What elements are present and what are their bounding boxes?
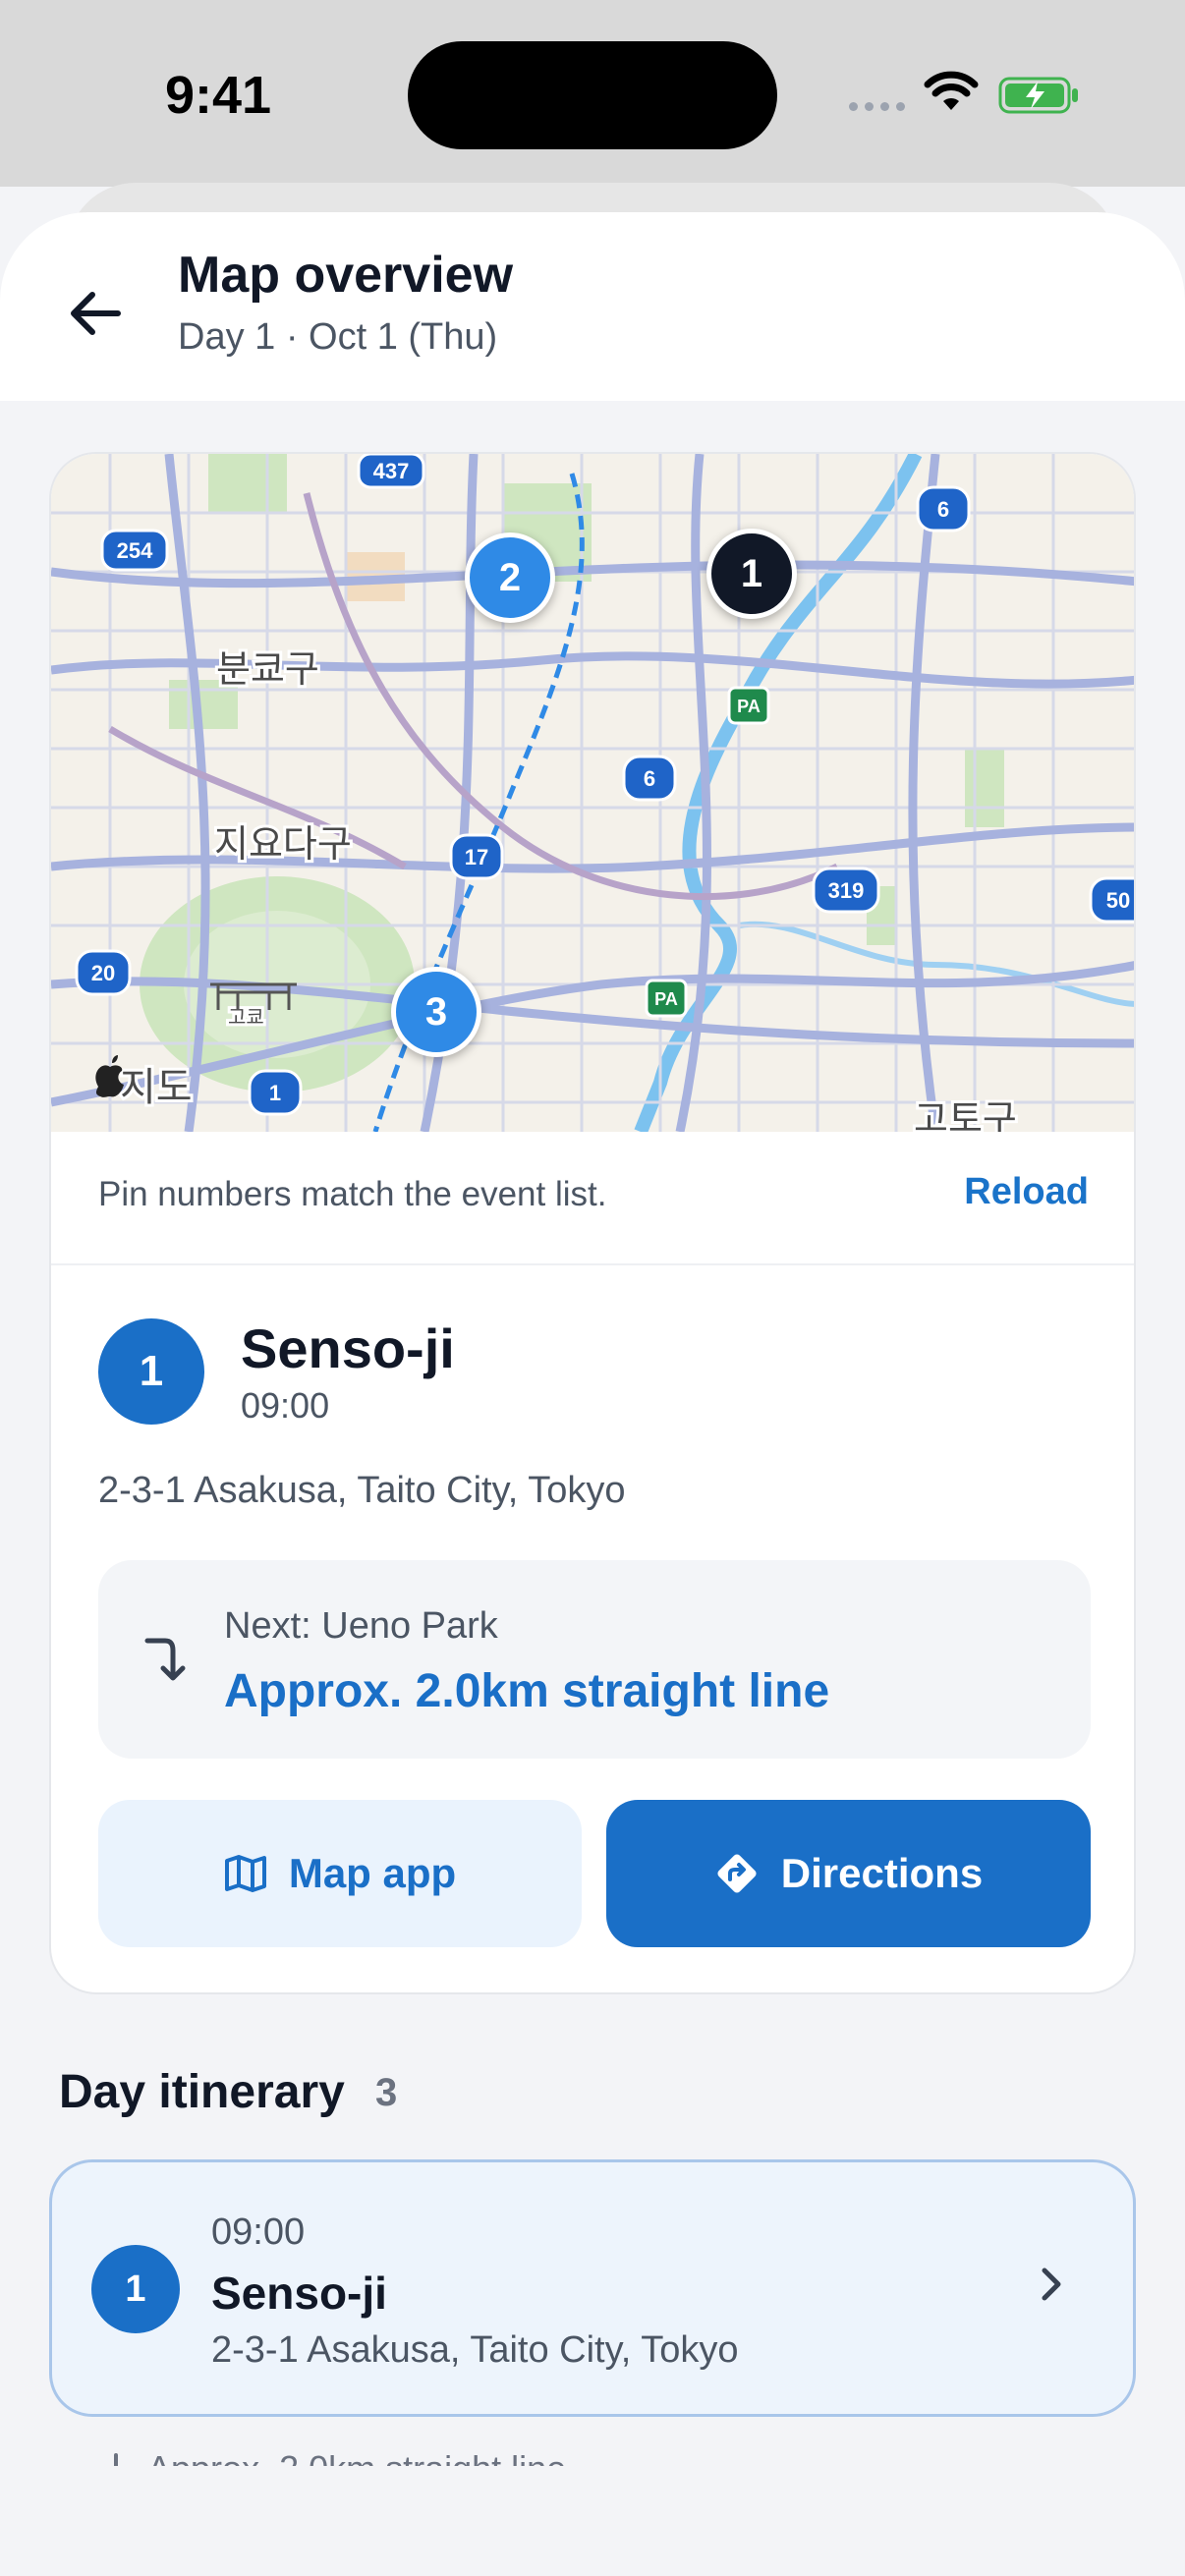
dynamic-island — [408, 41, 777, 149]
map-roads: 437 254 6 6 17 319 20 50 1 PA PA 분쿄구 지요다… — [51, 454, 1134, 1132]
directions-button[interactable]: Directions — [606, 1800, 1091, 1947]
map-card: 437 254 6 6 17 319 20 50 1 PA PA 분쿄구 지요다… — [49, 452, 1136, 1994]
shield-254: 254 — [117, 538, 153, 563]
header: Map overview Day 1 · Oct 1 (Thu) — [0, 212, 1185, 401]
shield-437: 437 — [373, 459, 410, 483]
next-destination-distance: Approx. 2.0km straight line — [224, 1665, 830, 1717]
back-arrow-icon — [71, 292, 121, 335]
next-destination-label: Next: Ueno Park — [224, 1605, 498, 1647]
wifi-icon — [924, 71, 979, 110]
map-pin-2[interactable]: 2 — [465, 532, 555, 623]
parking-area-1: PA — [737, 697, 761, 716]
bottom-fade — [0, 2466, 1185, 2576]
shield-6-south: 6 — [644, 766, 655, 791]
district-label-chiyoda: 지요다구 — [214, 822, 352, 866]
directions-label: Directions — [780, 1850, 984, 1896]
map-pin-3[interactable]: 3 — [391, 967, 481, 1057]
reload-button[interactable]: Reload — [964, 1171, 1089, 1213]
signal-icon — [849, 102, 905, 111]
shield-20: 20 — [91, 961, 115, 985]
itinerary-number-badge: 1 — [91, 2245, 180, 2333]
event-name: Senso-ji — [241, 1317, 455, 1379]
shield-6-north: 6 — [937, 497, 949, 522]
event-address: 2-3-1 Asakusa, Taito City, Tokyo — [98, 1470, 626, 1511]
map-view[interactable]: 437 254 6 6 17 319 20 50 1 PA PA 분쿄구 지요다… — [51, 454, 1134, 1132]
itinerary-item[interactable]: 1 09:00 Senso-ji 2-3-1 Asakusa, Taito Ci… — [49, 2159, 1136, 2417]
itinerary-address: 2-3-1 Asakusa, Taito City, Tokyo — [211, 2329, 739, 2371]
chevron-right-icon — [1042, 2268, 1061, 2301]
map-hint-text: Pin numbers match the event list. — [98, 1175, 607, 1213]
status-time: 9:41 — [165, 66, 272, 125]
battery-charging-icon — [998, 77, 1078, 114]
turn-right-arrow-icon — [144, 1638, 186, 1681]
shield-1: 1 — [269, 1081, 281, 1105]
map-app-button[interactable]: Map app — [98, 1800, 582, 1947]
map-attribution: 지도 — [120, 1065, 193, 1110]
palace-label: 고쿄 — [228, 1005, 264, 1029]
itinerary-name: Senso-ji — [211, 2268, 387, 2319]
event-time: 09:00 — [241, 1385, 330, 1426]
district-label-koto: 고토구 — [914, 1097, 1017, 1132]
event-number-badge: 1 — [98, 1318, 204, 1425]
shield-17: 17 — [465, 845, 488, 869]
district-label-bunkyo: 분쿄구 — [216, 647, 319, 691]
back-button[interactable] — [61, 279, 130, 348]
status-bar: 9:41 — [0, 0, 1185, 187]
map-hint-row: Pin numbers match the event list. Reload — [51, 1132, 1134, 1265]
page-title: Map overview — [178, 247, 514, 304]
directions-icon — [717, 1854, 757, 1893]
parking-area-2: PA — [654, 989, 678, 1009]
itinerary-count: 3 — [375, 2071, 398, 2114]
map-app-label: Map app — [288, 1850, 457, 1896]
itinerary-heading: Day itinerary — [59, 2066, 345, 2118]
map-icon — [224, 1855, 266, 1892]
page-subtitle: Day 1 · Oct 1 (Thu) — [178, 316, 498, 358]
map-pin-1[interactable]: 1 — [706, 529, 797, 619]
shield-319: 319 — [828, 878, 865, 903]
next-destination-box: Next: Ueno Park Approx. 2.0km straight l… — [98, 1560, 1091, 1759]
itinerary-time: 09:00 — [211, 2212, 306, 2253]
shield-50: 50 — [1106, 888, 1130, 913]
